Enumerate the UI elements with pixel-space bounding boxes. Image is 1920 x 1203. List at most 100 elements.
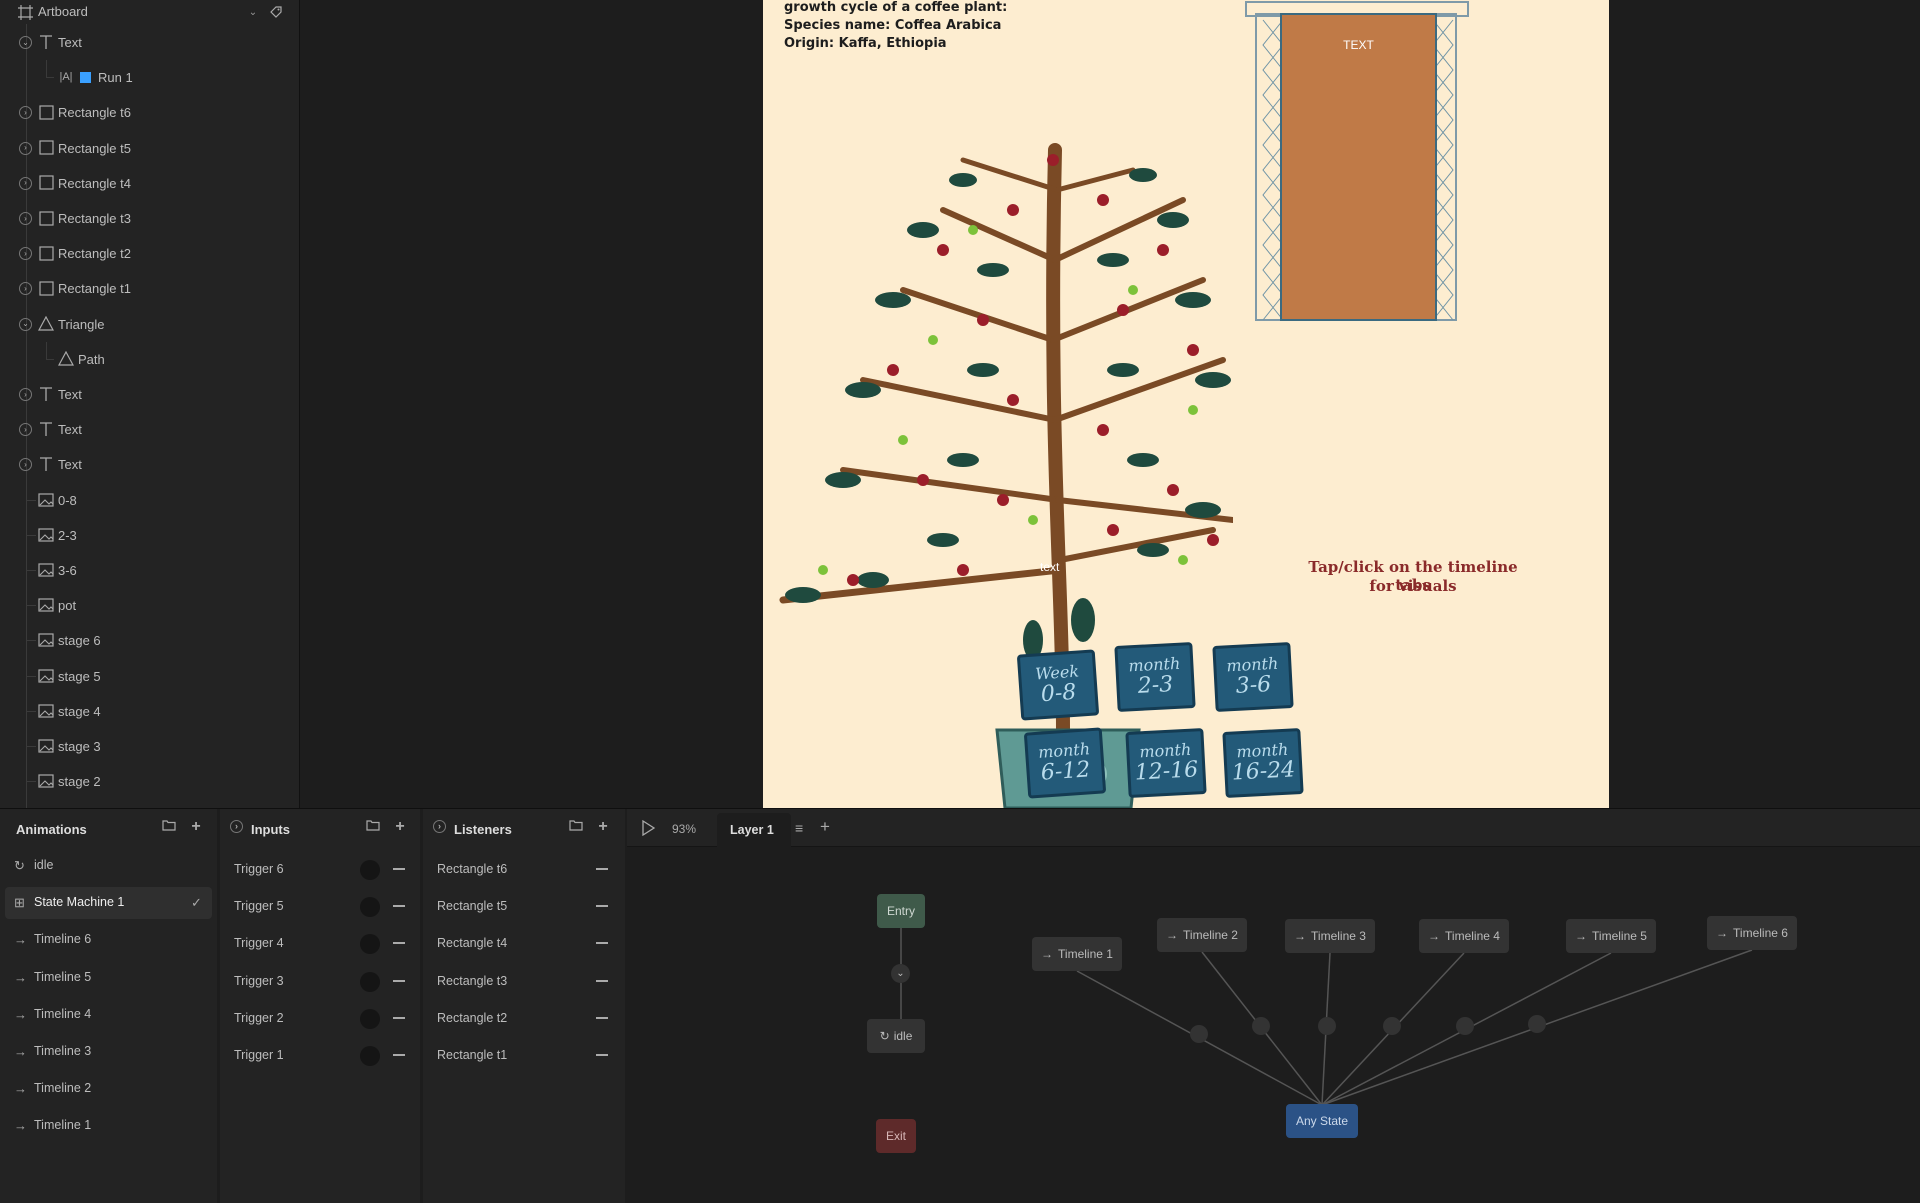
hierarchy-row[interactable]: 2-3 (0, 518, 299, 553)
timeline-node[interactable]: → Timeline 6 (1707, 916, 1797, 950)
animation-item[interactable]: ⊞ State Machine 1 ✓ (5, 887, 212, 920)
hierarchy-row[interactable]: stage 5 (0, 659, 299, 694)
trigger-fire-button[interactable] (360, 934, 380, 955)
timeline-tab[interactable]: month 16-24 (1222, 728, 1304, 798)
hierarchy-row[interactable]: 0-8 (0, 483, 299, 518)
add-input-icon[interactable]: + (392, 819, 408, 835)
timeline-node[interactable]: → Timeline 4 (1419, 919, 1509, 953)
chevron-right-icon[interactable]: › (19, 212, 32, 225)
remove-icon[interactable] (596, 868, 608, 870)
hierarchy-row[interactable]: › Text (0, 412, 299, 447)
folder-icon[interactable] (365, 819, 381, 835)
listener-item[interactable]: Rectangle t6 (423, 854, 625, 884)
remove-icon[interactable] (393, 868, 405, 870)
remove-icon[interactable] (596, 905, 608, 908)
exit-node[interactable]: Exit (876, 1119, 916, 1153)
hierarchy-row[interactable]: ⌄ Triangle (0, 307, 299, 342)
state-machine-graph[interactable]: 93% Layer 1 ≡ + Entry ⌄ ↻ idle Exit Any … (627, 809, 1920, 1203)
timeline-tab[interactable]: month 6-12 (1023, 727, 1107, 799)
chevron-right-icon[interactable]: › (19, 388, 32, 401)
input-item[interactable]: Trigger 5 (220, 891, 420, 921)
remove-icon[interactable] (596, 1054, 608, 1056)
hierarchy-row[interactable]: › Text (0, 377, 299, 412)
hierarchy-row[interactable]: stage 2 (0, 764, 299, 799)
idle-node[interactable]: ↻ idle (867, 1019, 925, 1053)
trigger-fire-button[interactable] (360, 860, 380, 880)
hierarchy-row[interactable]: 3-6 (0, 553, 299, 588)
input-item[interactable]: Trigger 2 (220, 1003, 420, 1033)
input-item[interactable]: Trigger 1 (220, 1040, 420, 1070)
chevron-down-icon[interactable]: ⌄ (19, 36, 32, 49)
animation-item[interactable]: → Timeline 5 (5, 962, 212, 994)
chevron-right-icon[interactable]: › (19, 282, 32, 296)
trigger-fire-button[interactable] (360, 1008, 380, 1029)
artboard[interactable]: growth cycle of a coffee plant: Species … (763, 0, 1609, 808)
timeline-tab[interactable]: month 3-6 (1212, 642, 1294, 712)
listener-item[interactable]: Rectangle t3 (423, 966, 625, 996)
timeline-tab[interactable]: month 2-3 (1114, 642, 1196, 712)
remove-icon[interactable] (393, 905, 405, 908)
hierarchy-row[interactable]: › Rectangle t6 (0, 95, 299, 130)
animation-item[interactable]: → Timeline 4 (5, 999, 212, 1031)
add-listener-icon[interactable]: + (595, 819, 611, 835)
any-state-node[interactable]: Any State (1286, 1104, 1358, 1138)
hierarchy-row[interactable]: › Rectangle t1 (0, 271, 299, 306)
trigger-fire-button[interactable] (360, 971, 380, 992)
chevron-right-icon[interactable]: › (19, 106, 32, 120)
animation-item[interactable]: ↻ idle (5, 850, 212, 882)
animation-item[interactable]: → Timeline 1 (5, 1110, 212, 1142)
folder-icon[interactable] (161, 819, 177, 835)
chevron-right-icon[interactable]: › (19, 247, 32, 261)
chevron-right-icon[interactable]: › (19, 423, 32, 437)
folder-icon[interactable] (568, 819, 584, 835)
remove-icon[interactable] (393, 1016, 405, 1019)
hierarchy-row[interactable]: › Text (0, 447, 299, 482)
trigger-fire-button[interactable] (360, 1046, 380, 1066)
listener-item[interactable]: Rectangle t2 (423, 1003, 625, 1033)
input-item[interactable]: Trigger 6 (220, 854, 420, 884)
hierarchy-row[interactable]: › Rectangle t3 (0, 201, 299, 236)
listener-item[interactable]: Rectangle t5 (423, 891, 625, 921)
listener-item[interactable]: Rectangle t4 (423, 928, 625, 958)
timeline-node[interactable]: → Timeline 1 (1032, 937, 1122, 971)
hierarchy-row[interactable]: stage 3 (0, 729, 299, 764)
hierarchy-row[interactable]: › Rectangle t2 (0, 236, 299, 271)
hierarchy-artboard-row[interactable]: Artboard ⌄ (0, 0, 299, 24)
remove-icon[interactable] (596, 1016, 608, 1019)
hierarchy-row[interactable]: › Rectangle t4 (0, 166, 299, 201)
input-item[interactable]: Trigger 3 (220, 966, 420, 996)
trigger-fire-button[interactable] (360, 897, 380, 918)
design-canvas[interactable]: growth cycle of a coffee plant: Species … (301, 0, 1920, 808)
animation-item[interactable]: → Timeline 6 (5, 924, 212, 956)
timeline-tab[interactable]: month 12-16 (1125, 728, 1207, 798)
hierarchy-row[interactable]: › Rectangle t5 (0, 131, 299, 166)
listener-item[interactable]: Rectangle t1 (423, 1040, 625, 1070)
remove-icon[interactable] (596, 942, 608, 945)
remove-icon[interactable] (393, 979, 405, 982)
input-item[interactable]: Trigger 4 (220, 928, 420, 958)
chevron-right-icon[interactable]: › (19, 176, 32, 190)
timeline-node[interactable]: → Timeline 5 (1566, 919, 1656, 953)
timeline-node[interactable]: → Timeline 2 (1157, 918, 1247, 952)
hierarchy-row[interactable]: stage 4 (0, 694, 299, 729)
timeline-tab[interactable]: Week 0-8 (1016, 649, 1100, 721)
animation-item[interactable]: → Timeline 2 (5, 1073, 212, 1105)
hierarchy-row[interactable]: |A| Run 1 (0, 60, 299, 95)
inputs-chevron-icon[interactable]: › (230, 820, 243, 833)
listeners-chevron-icon[interactable]: › (433, 820, 446, 833)
tree-text[interactable]: text (1040, 560, 1059, 574)
add-animation-icon[interactable]: + (188, 819, 204, 835)
remove-icon[interactable] (393, 942, 405, 945)
hierarchy-row[interactable]: ⌄ Text (0, 25, 299, 60)
chevron-down-icon[interactable]: ⌄ (19, 317, 32, 331)
chevron-right-icon[interactable]: › (19, 458, 32, 472)
remove-icon[interactable] (596, 979, 608, 982)
text-box-label[interactable]: TEXT (1281, 38, 1436, 52)
chevron-right-icon[interactable]: › (19, 141, 32, 155)
remove-icon[interactable] (393, 1054, 405, 1056)
animation-item[interactable]: → Timeline 3 (5, 1036, 212, 1068)
hierarchy-row[interactable]: pot (0, 588, 299, 623)
transition-chevron-icon[interactable]: ⌄ (891, 964, 910, 983)
chevron-down-icon[interactable]: ⌄ (245, 4, 261, 20)
entry-node[interactable]: Entry (877, 894, 925, 928)
